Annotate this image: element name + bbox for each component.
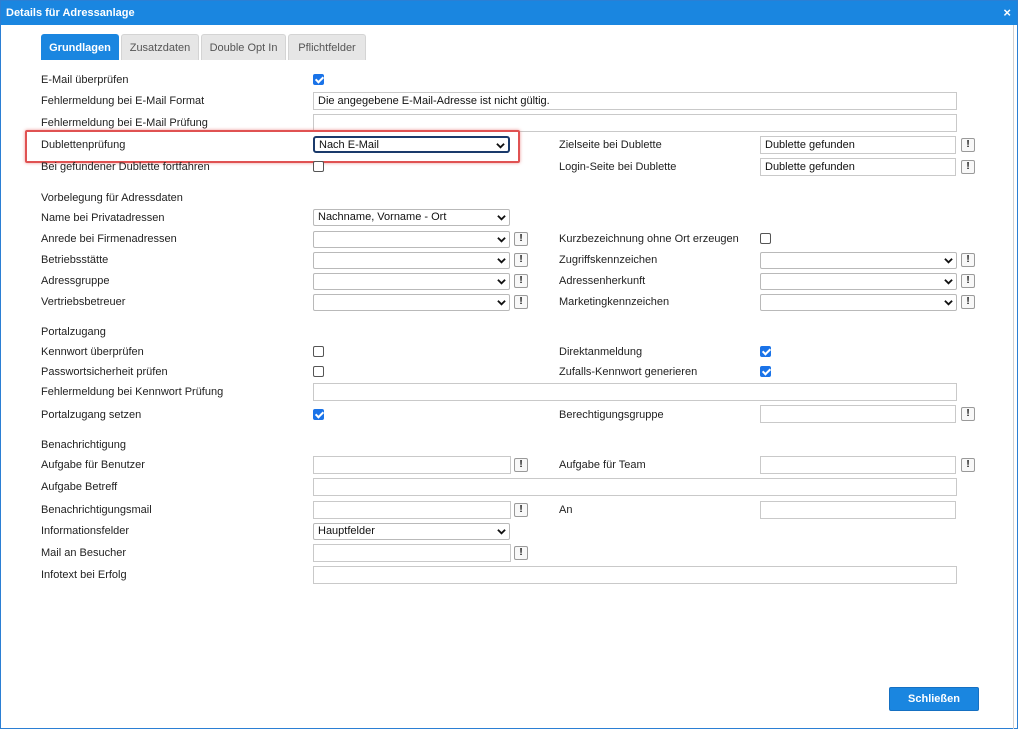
email-check-label: E-Mail überprüfen (41, 74, 129, 86)
chevron-down-icon (497, 258, 506, 264)
close-button[interactable]: Schließen (889, 687, 979, 711)
info-success-label: Infotext bei Erfolg (41, 569, 127, 581)
access-mark-info-button[interactable]: ! (961, 253, 975, 267)
task-team-input[interactable] (760, 456, 956, 474)
company-salutation-info-button[interactable]: ! (514, 232, 528, 246)
random-password-checkbox[interactable] (760, 366, 771, 377)
permission-group-info-button[interactable]: ! (961, 407, 975, 421)
mail-visitor-input[interactable] (313, 544, 511, 562)
duplicate-login-input[interactable]: Dublette gefunden (760, 158, 956, 176)
right-divider (1013, 25, 1014, 729)
access-mark-select[interactable] (760, 252, 957, 269)
password-check-checkbox[interactable] (313, 346, 324, 357)
short-without-city-checkbox[interactable] (760, 233, 771, 244)
info-success-input[interactable] (313, 566, 957, 584)
sales-rep-info-button[interactable]: ! (514, 295, 528, 309)
private-name-value: Nachname, Vorname - Ort (318, 211, 447, 223)
section-prefill-heading: Vorbelegung für Adressdaten (41, 192, 183, 204)
address-origin-info-button[interactable]: ! (961, 274, 975, 288)
password-error-input[interactable] (313, 383, 957, 401)
address-origin-label: Adressenherkunft (559, 275, 646, 287)
task-user-input[interactable] (313, 456, 511, 474)
chevron-down-icon (497, 300, 506, 306)
direct-login-label: Direktanmeldung (559, 346, 643, 358)
notify-mail-info-button[interactable]: ! (514, 503, 528, 517)
address-group-info-button[interactable]: ! (514, 274, 528, 288)
dialog-titlebar: Details für Adressanlage × (1, 1, 1017, 25)
password-check-label: Kennwort überprüfen (41, 346, 144, 358)
chevron-down-icon (944, 300, 953, 306)
info-fields-label: Informationsfelder (41, 525, 130, 537)
permission-group-label: Berechtigungsgruppe (559, 409, 664, 421)
private-name-select[interactable]: Nachname, Vorname - Ort (313, 209, 510, 226)
marketing-mark-label: Marketingkennzeichen (559, 296, 670, 308)
site-label: Betriebsstätte (41, 254, 109, 266)
address-group-select[interactable] (313, 273, 510, 290)
private-name-label: Name bei Privatadressen (41, 212, 165, 224)
password-strength-checkbox[interactable] (313, 366, 324, 377)
access-mark-label: Zugriffskennzeichen (559, 254, 658, 266)
email-format-error-label: Fehlermeldung bei E-Mail Format (41, 95, 205, 107)
duplicate-target-info-button[interactable]: ! (961, 138, 975, 152)
sales-rep-label: Vertriebsbetreuer (41, 296, 126, 308)
dialog: Details für Adressanlage × Grundlagen Zu… (0, 0, 1018, 729)
email-check-checkbox[interactable] (313, 74, 324, 85)
set-portal-checkbox[interactable] (313, 409, 324, 420)
task-team-info-button[interactable]: ! (961, 458, 975, 472)
info-fields-value: Hauptfelder (318, 525, 375, 537)
duplicate-target-label: Zielseite bei Dublette (559, 139, 662, 151)
password-error-label: Fehlermeldung bei Kennwort Prüfung (41, 386, 224, 398)
tab-double-opt-in[interactable]: Double Opt In (201, 34, 286, 60)
company-salutation-select[interactable] (313, 231, 510, 248)
sales-rep-select[interactable] (313, 294, 510, 311)
set-portal-label: Portalzugang setzen (41, 409, 142, 421)
info-fields-select[interactable]: Hauptfelder (313, 523, 510, 540)
short-without-city-label: Kurzbezeichnung ohne Ort erzeugen (559, 233, 739, 245)
site-info-button[interactable]: ! (514, 253, 528, 267)
task-user-label: Aufgabe für Benutzer (41, 459, 145, 471)
dialog-title: Details für Adressanlage (6, 7, 135, 19)
tab-zusatzdaten[interactable]: Zusatzdaten (121, 34, 199, 60)
section-portal-heading: Portalzugang (41, 326, 106, 338)
mail-visitor-label: Mail an Besucher (41, 547, 126, 559)
chevron-down-icon (497, 215, 506, 221)
duplicate-target-input[interactable]: Dublette gefunden (760, 136, 956, 154)
chevron-down-icon (944, 279, 953, 285)
mail-visitor-info-button[interactable]: ! (514, 546, 528, 560)
chevron-down-icon (497, 529, 506, 535)
chevron-down-icon (497, 237, 506, 243)
password-strength-label: Passwortsicherheit prüfen (41, 366, 168, 378)
random-password-label: Zufalls-Kennwort generieren (559, 366, 698, 378)
permission-group-input[interactable] (760, 405, 956, 423)
section-notify-heading: Benachrichtigung (41, 439, 127, 451)
chevron-down-icon (497, 279, 506, 285)
duplicate-login-label: Login-Seite bei Dublette (559, 161, 677, 173)
company-salutation-label: Anrede bei Firmenadressen (41, 233, 177, 245)
highlight-box (25, 130, 520, 163)
tab-pflichtfelder[interactable]: Pflichtfelder (288, 34, 366, 60)
site-select[interactable] (313, 252, 510, 269)
task-subject-input[interactable] (313, 478, 957, 496)
task-team-label: Aufgabe für Team (559, 459, 646, 471)
chevron-down-icon (944, 258, 953, 264)
to-input[interactable] (760, 501, 956, 519)
task-user-info-button[interactable]: ! (514, 458, 528, 472)
notify-mail-label: Benachrichtigungsmail (41, 504, 152, 516)
address-group-label: Adressgruppe (41, 275, 110, 287)
email-format-error-input[interactable]: Die angegebene E-Mail-Adresse ist nicht … (313, 92, 957, 110)
task-subject-label: Aufgabe Betreff (41, 481, 118, 493)
marketing-mark-info-button[interactable]: ! (961, 295, 975, 309)
marketing-mark-select[interactable] (760, 294, 957, 311)
address-origin-select[interactable] (760, 273, 957, 290)
duplicate-login-info-button[interactable]: ! (961, 160, 975, 174)
to-label: An (559, 504, 573, 516)
tab-grundlagen[interactable]: Grundlagen (41, 34, 119, 60)
direct-login-checkbox[interactable] (760, 346, 771, 357)
notify-mail-input[interactable] (313, 501, 511, 519)
duplicate-continue-label: Bei gefundener Dublette fortfahren (41, 161, 210, 173)
duplicate-continue-checkbox[interactable] (313, 161, 324, 172)
close-icon[interactable]: × (1003, 1, 1011, 25)
email-check-error-label: Fehlermeldung bei E-Mail Prüfung (41, 117, 208, 129)
